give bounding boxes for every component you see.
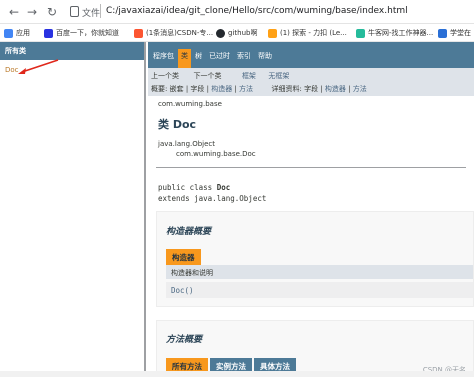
- sub-navbar: 上一个类 下一个类 框架 无框架 概要: 嵌套 | 字段 | 构造器 | 方法 …: [148, 68, 474, 96]
- bookmark-label: 学堂在: [450, 29, 471, 37]
- constructor-summary-section: 构造器概要 构造器 构造器和说明 Doc(): [156, 211, 474, 307]
- url-field[interactable]: C:/javaxiazai/idea/git_clone/Hello/src/c…: [106, 6, 408, 16]
- address-bar: ← → ↻ 文件 C:/javaxiazai/idea/git_clone/He…: [0, 0, 474, 24]
- bookmark-github[interactable]: github啊: [216, 27, 257, 39]
- top-navbar: 程序包 类 树 已过时 索引 帮助: [148, 42, 474, 68]
- bookmark-xuetang[interactable]: 学堂在: [438, 27, 471, 39]
- prev-class-label: 上一个类: [151, 72, 179, 80]
- bookmark-label: (1条消息)CSDN-专...: [146, 29, 214, 37]
- bookmark-label: 百度一下，你就知道: [56, 29, 119, 37]
- nav-package[interactable]: 程序包: [150, 49, 177, 68]
- bookmark-baidu[interactable]: 百度一下，你就知道: [44, 27, 119, 39]
- github-icon: [216, 28, 225, 38]
- nav-class: 类: [178, 49, 191, 68]
- bookmark-label: 牛客网-找工作神器...: [368, 29, 434, 37]
- package-name: com.wuming.base: [158, 100, 222, 108]
- constructor-summary-title: 构造器概要: [166, 227, 212, 237]
- bookmark-apps[interactable]: 应用: [4, 27, 30, 39]
- frames-link[interactable]: 框架: [242, 72, 256, 80]
- red-arrow-annotation: [18, 59, 59, 74]
- summary-constr-link[interactable]: 构造器: [211, 85, 232, 93]
- all-classes-frame: 所有类 Doc: [0, 42, 146, 377]
- divider-line: [156, 167, 466, 168]
- bookmark-csdn[interactable]: (1条消息)CSDN-专...: [134, 27, 213, 39]
- baidu-icon: [44, 28, 53, 38]
- subnav-row-2: 概要: 嵌套 | 字段 | 构造器 | 方法 详细资料: 字段 | 构造器 | …: [151, 84, 367, 94]
- nav-deprecated[interactable]: 已过时: [206, 49, 233, 68]
- detail-field: 字段: [304, 85, 319, 93]
- url-divider: [100, 4, 101, 18]
- forward-arrow-icon[interactable]: →: [24, 4, 40, 20]
- next-class-label: 下一个类: [193, 72, 222, 80]
- bookmark-label: (1) 探索 - 力扣 (Le...: [280, 29, 347, 37]
- reload-icon[interactable]: ↻: [44, 4, 60, 20]
- nav-index[interactable]: 索引: [234, 49, 254, 68]
- inheritance-parent: java.lang.Object: [158, 140, 216, 148]
- constructor-row: Doc(): [166, 282, 473, 298]
- bookmark-label: 应用: [16, 29, 30, 37]
- detail-method-link[interactable]: 方法: [353, 85, 367, 93]
- declaration-line-2: extends java.lang.Object: [158, 194, 267, 203]
- divider: |: [318, 85, 325, 93]
- summary-prefix: 概要:: [151, 85, 170, 93]
- class-doc-frame: 程序包 类 树 已过时 索引 帮助 上一个类 下一个类 框架 无框架 概要: 嵌…: [148, 42, 474, 377]
- apps-grid-icon: [4, 28, 13, 38]
- xuetang-icon: [438, 28, 447, 38]
- divider: |: [232, 85, 240, 93]
- back-arrow-icon[interactable]: ←: [6, 4, 22, 20]
- url-scheme-label: 文件: [82, 9, 101, 19]
- leetcode-icon: [268, 28, 277, 38]
- summary-field: 字段: [190, 85, 205, 93]
- nav-tree[interactable]: 树: [192, 49, 205, 68]
- bookmark-label: github啊: [228, 29, 258, 37]
- bookmark-nowcoder[interactable]: 牛客网-找工作神器...: [356, 27, 433, 39]
- declaration-class-name: Doc: [216, 183, 231, 192]
- detail-constr-link[interactable]: 构造器: [325, 85, 346, 93]
- constructor-caption-tab: 构造器: [166, 249, 201, 265]
- summary-nested: 嵌套: [169, 85, 184, 93]
- csdn-icon: [134, 28, 143, 38]
- bookmarks-bar: 应用 百度一下，你就知道 (1条消息)CSDN-专... github啊 (1)…: [0, 24, 474, 42]
- nowcoder-icon: [356, 28, 365, 38]
- inheritance-child: com.wuming.base.Doc: [176, 150, 256, 158]
- method-summary-title: 方法概要: [166, 335, 203, 345]
- divider: |: [345, 85, 353, 93]
- subnav-row-1: 上一个类 下一个类 框架 无框架: [151, 71, 289, 81]
- file-info-icon[interactable]: [70, 6, 79, 17]
- taskbar-strip: [0, 371, 474, 377]
- bookmark-leetcode[interactable]: (1) 探索 - 力扣 (Le...: [268, 27, 347, 39]
- constructor-link-doc[interactable]: Doc(): [171, 286, 194, 295]
- constructor-table-header: 构造器和说明: [166, 265, 473, 279]
- class-title: 类 Doc: [158, 118, 197, 131]
- no-frames-link[interactable]: 无框架: [268, 72, 289, 80]
- summary-method-link[interactable]: 方法: [239, 85, 253, 93]
- detail-prefix: 详细资料:: [271, 85, 305, 93]
- nav-help[interactable]: 帮助: [255, 49, 275, 68]
- declaration-prefix: public class: [158, 183, 217, 192]
- declaration-line-1: public class Doc: [158, 183, 230, 192]
